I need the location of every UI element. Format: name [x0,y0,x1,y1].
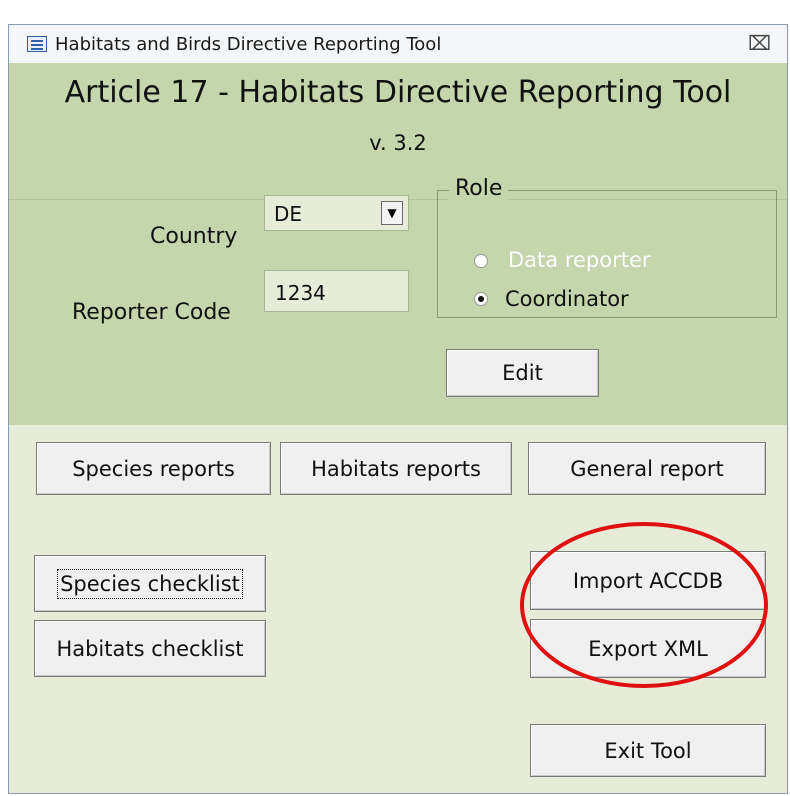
country-label: Country [150,224,238,249]
habitats-reports-label: Habitats reports [311,456,481,481]
general-report-button[interactable]: General report [528,442,766,495]
app-window: Habitats and Birds Directive Reporting T… [8,24,788,794]
data-reporter-radio[interactable] [474,254,488,268]
species-reports-label: Species reports [72,456,235,481]
version-label: v. 3.2 [369,131,427,155]
chevron-down-icon[interactable]: ▼ [381,201,403,225]
habitats-checklist-button[interactable]: Habitats checklist [34,620,266,677]
role-legend: Role [449,176,509,201]
species-reports-button[interactable]: Species reports [36,442,271,495]
country-value: DE [274,202,303,226]
form-icon [27,36,47,52]
coordinator-radio[interactable] [474,292,488,306]
window-title: Habitats and Birds Directive Reporting T… [55,34,442,55]
habitats-reports-button[interactable]: Habitats reports [280,442,512,495]
edit-button[interactable]: Edit [446,349,599,397]
exit-tool-button[interactable]: Exit Tool [530,724,766,777]
reporter-code-field[interactable]: 1234 [264,270,409,312]
species-checklist-label: Species checklist [57,568,243,599]
exit-tool-label: Exit Tool [604,738,692,763]
import-accdb-label: Import ACCDB [572,568,724,593]
page-title: Article 17 - Habitats Directive Reportin… [64,75,732,110]
header-panel: Article 17 - Habitats Directive Reportin… [9,63,787,200]
close-icon[interactable]: ⌧ [748,31,771,55]
import-accdb-button[interactable]: Import ACCDB [530,551,766,610]
export-xml-button[interactable]: Export XML [530,619,766,678]
title-bar: Habitats and Birds Directive Reporting T… [9,25,787,64]
general-report-label: General report [570,456,724,481]
edit-button-label: Edit [502,361,543,385]
export-xml-label: Export XML [588,636,708,661]
reporter-code-label: Reporter Code [72,300,231,325]
data-reporter-label: Data reporter [508,248,651,272]
reporter-code-value: 1234 [275,281,326,305]
country-select[interactable]: DE ▼ [264,195,409,231]
species-checklist-button[interactable]: Species checklist [34,555,266,612]
coordinator-label: Coordinator [505,287,629,311]
habitats-checklist-label: Habitats checklist [56,636,244,661]
